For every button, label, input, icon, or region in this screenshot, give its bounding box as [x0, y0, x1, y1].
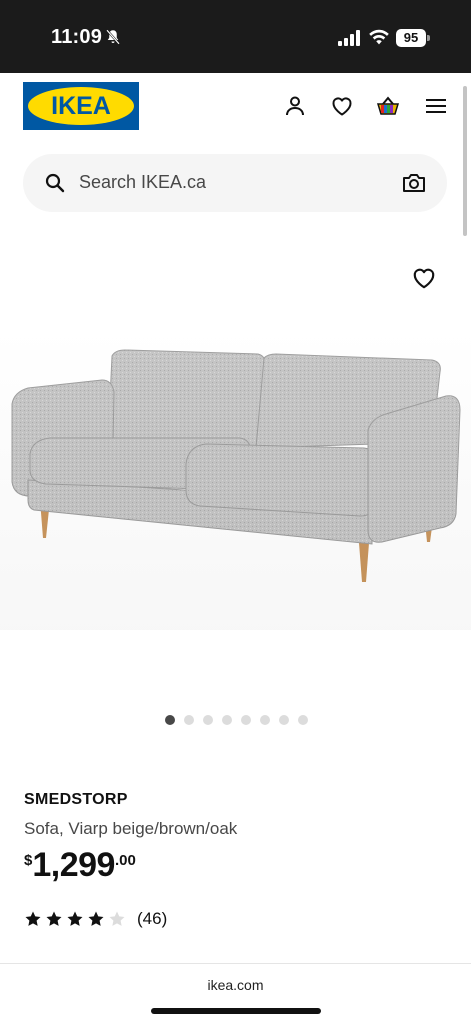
carousel-dot[interactable]	[279, 715, 289, 725]
battery-icon: 95	[396, 29, 430, 47]
wifi-icon	[369, 29, 389, 45]
product-rating[interactable]: (46)	[24, 908, 167, 930]
logo-text: IKEA	[51, 92, 111, 120]
carousel-dot[interactable]	[241, 715, 251, 725]
star-icon	[25, 911, 41, 926]
home-indicator[interactable]	[151, 1008, 321, 1014]
cart-icon[interactable]	[376, 94, 400, 118]
star-empty-icon	[109, 911, 125, 926]
profile-icon[interactable]	[283, 94, 307, 118]
status-bar: 11:09 95	[0, 0, 471, 73]
carousel-dots[interactable]	[165, 715, 308, 725]
menu-icon[interactable]	[424, 94, 448, 118]
product-price: $1,299.00	[24, 846, 136, 885]
star-icon	[67, 911, 83, 926]
carousel-dot[interactable]	[184, 715, 194, 725]
favorite-heart-icon[interactable]	[411, 265, 437, 291]
signal-icon	[338, 30, 360, 46]
carousel-dot[interactable]	[165, 715, 175, 725]
product-image[interactable]	[0, 330, 471, 630]
scrollbar[interactable]	[463, 86, 467, 236]
carousel-dot[interactable]	[222, 715, 232, 725]
search-placeholder: Search IKEA.ca	[79, 172, 207, 192]
status-time: 11:09	[51, 26, 103, 48]
carousel-dot[interactable]	[298, 715, 308, 725]
bell-slash-icon	[106, 29, 120, 45]
search-icon	[45, 173, 65, 193]
product-name: SMEDSTORP	[24, 791, 128, 808]
divider	[0, 963, 471, 964]
product-description: Sofa, Viarp beige/brown/oak	[24, 819, 238, 838]
browser-url[interactable]: ikea.com	[0, 977, 471, 993]
price-currency: $	[24, 852, 33, 869]
star-icon	[88, 911, 104, 926]
heart-icon[interactable]	[330, 94, 354, 118]
search-bar[interactable]: Search IKEA.ca	[23, 154, 447, 212]
carousel-dot[interactable]	[203, 715, 213, 725]
ikea-logo[interactable]: IKEA	[23, 82, 139, 130]
price-cents: .00	[114, 852, 136, 869]
camera-icon[interactable]	[401, 171, 427, 195]
star-icon	[46, 911, 62, 926]
review-count: (46)	[137, 909, 168, 928]
carousel-dot[interactable]	[260, 715, 270, 725]
price-integer: 1,299	[32, 846, 115, 884]
battery-level: 95	[396, 29, 426, 47]
